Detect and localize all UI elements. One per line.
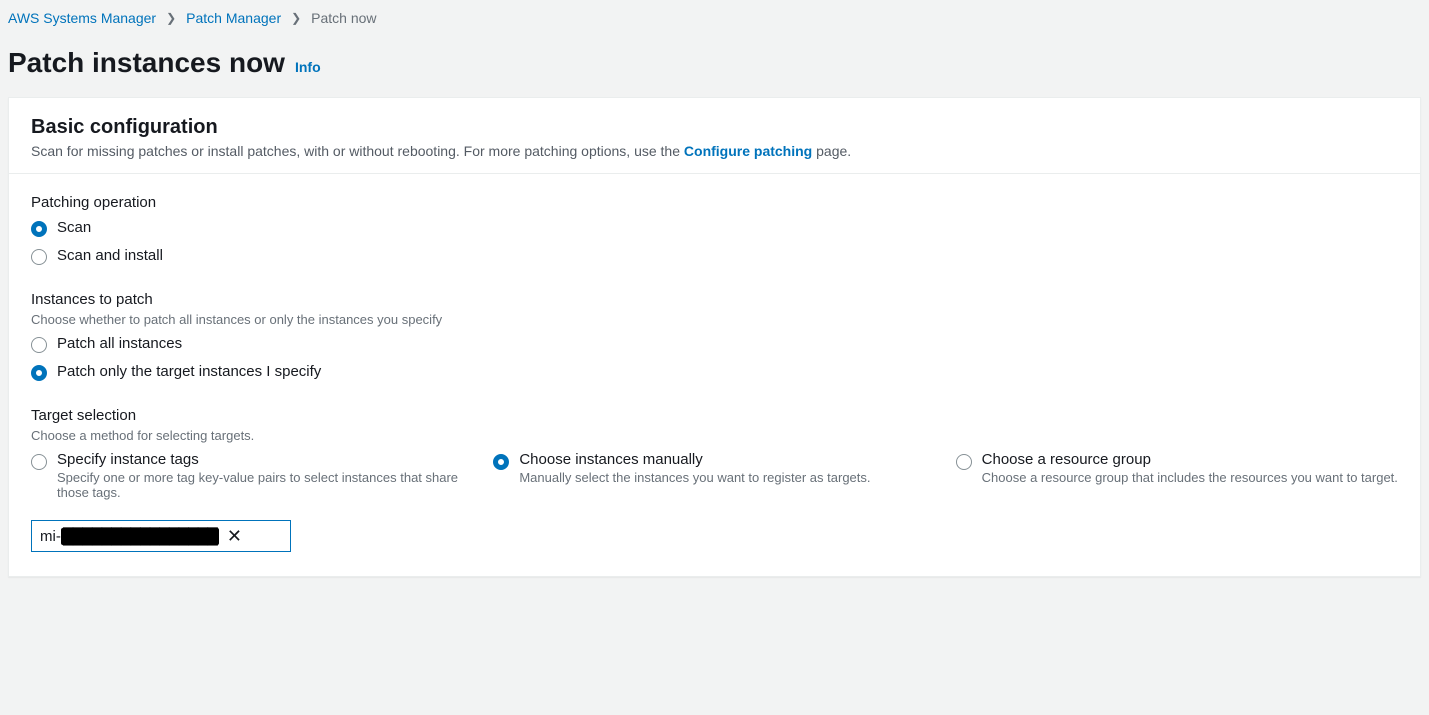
radio-manual-desc: Manually select the instances you want t… bbox=[519, 470, 870, 485]
breadcrumb-current: Patch now bbox=[311, 10, 376, 26]
radio-patch-target-label: Patch only the target instances I specif… bbox=[57, 363, 321, 380]
patching-operation-label: Patching operation bbox=[31, 194, 1398, 211]
radio-choose-manually[interactable]: Choose instances manually Manually selec… bbox=[493, 451, 935, 500]
radio-specify-tags[interactable]: Specify instance tags Specify one or mor… bbox=[31, 451, 473, 500]
instances-label: Instances to patch bbox=[31, 291, 1398, 308]
radio-scan-label: Scan bbox=[57, 219, 91, 236]
page-title: Patch instances now bbox=[8, 47, 285, 79]
chevron-right-icon: ❯ bbox=[166, 11, 176, 25]
radio-icon bbox=[31, 337, 47, 353]
target-selection-hint: Choose a method for selecting targets. bbox=[31, 428, 1398, 443]
basic-configuration-panel: Basic configuration Scan for missing pat… bbox=[8, 97, 1421, 577]
breadcrumb: AWS Systems Manager ❯ Patch Manager ❯ Pa… bbox=[0, 0, 1429, 31]
radio-tags-desc: Specify one or more tag key-value pairs … bbox=[57, 470, 473, 500]
radio-rg-desc: Choose a resource group that includes th… bbox=[982, 470, 1398, 485]
radio-rg-title: Choose a resource group bbox=[982, 451, 1398, 468]
radio-icon bbox=[31, 221, 47, 237]
radio-icon bbox=[956, 454, 972, 470]
radio-icon bbox=[31, 249, 47, 265]
radio-icon bbox=[493, 454, 509, 470]
instances-hint: Choose whether to patch all instances or… bbox=[31, 312, 1398, 327]
radio-scan-and-install[interactable]: Scan and install bbox=[31, 247, 1398, 265]
radio-resource-group[interactable]: Choose a resource group Choose a resourc… bbox=[956, 451, 1398, 500]
radio-scan-install-label: Scan and install bbox=[57, 247, 163, 264]
radio-scan[interactable]: Scan bbox=[31, 219, 1398, 237]
radio-icon bbox=[31, 365, 47, 381]
breadcrumb-patch-manager-link[interactable]: Patch Manager bbox=[186, 10, 281, 26]
page-header: Patch instances now Info bbox=[0, 31, 1429, 97]
panel-title: Basic configuration bbox=[31, 116, 1398, 139]
target-selection-label: Target selection bbox=[31, 407, 1398, 424]
radio-patch-all[interactable]: Patch all instances bbox=[31, 335, 1398, 353]
selected-instance-token[interactable]: mi-████████████████ ✕ bbox=[31, 520, 291, 552]
info-link[interactable]: Info bbox=[295, 59, 321, 75]
radio-manual-title: Choose instances manually bbox=[519, 451, 870, 468]
radio-tags-title: Specify instance tags bbox=[57, 451, 473, 468]
panel-header: Basic configuration Scan for missing pat… bbox=[9, 98, 1420, 174]
configure-patching-link[interactable]: Configure patching bbox=[684, 143, 812, 159]
target-selection-group: Target selection Choose a method for sel… bbox=[31, 407, 1398, 552]
instance-id-text: mi-████████████████ bbox=[40, 528, 219, 545]
radio-patch-all-label: Patch all instances bbox=[57, 335, 182, 352]
breadcrumb-root-link[interactable]: AWS Systems Manager bbox=[8, 10, 156, 26]
radio-patch-target[interactable]: Patch only the target instances I specif… bbox=[31, 363, 1398, 381]
close-icon[interactable]: ✕ bbox=[227, 527, 242, 545]
panel-description: Scan for missing patches or install patc… bbox=[31, 143, 1398, 159]
chevron-right-icon: ❯ bbox=[291, 11, 301, 25]
instances-to-patch-group: Instances to patch Choose whether to pat… bbox=[31, 291, 1398, 381]
radio-icon bbox=[31, 454, 47, 470]
patching-operation-group: Patching operation Scan Scan and install bbox=[31, 194, 1398, 265]
redacted-id: ████████████████ bbox=[61, 528, 219, 545]
